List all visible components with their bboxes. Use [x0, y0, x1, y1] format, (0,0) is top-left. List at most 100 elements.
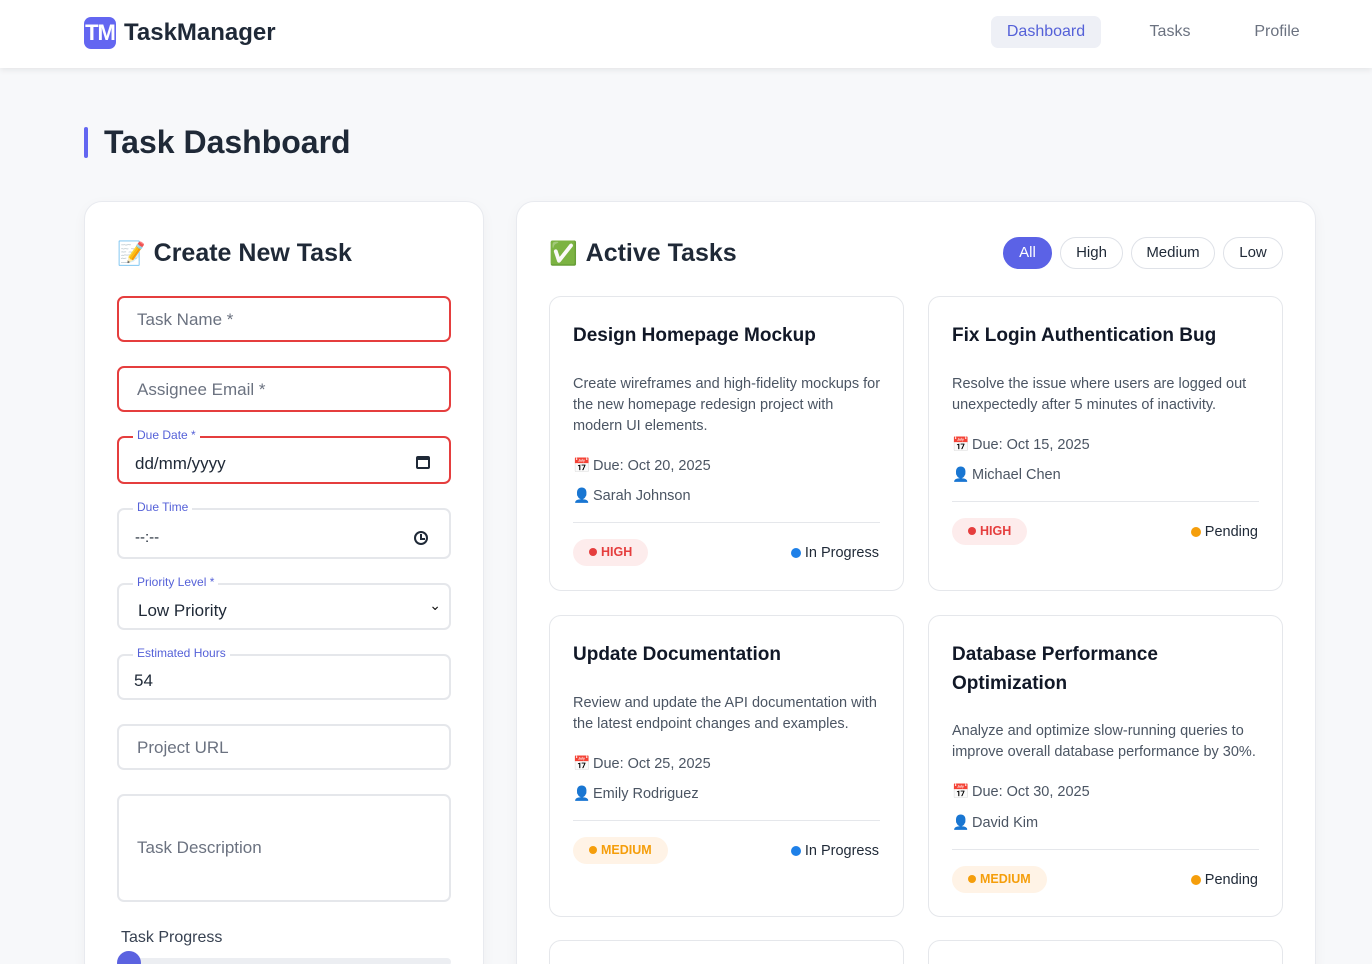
task-description: Analyze and optimize slow-running querie…	[952, 723, 1256, 760]
priority-badge-text: MEDIUM	[980, 872, 1031, 886]
priority-level-label: Priority Level *	[133, 575, 219, 589]
filter-low[interactable]: Low	[1223, 237, 1283, 269]
due-date-label: Due Date *	[133, 428, 200, 442]
status-dot	[1190, 875, 1201, 885]
clock-icon[interactable]	[414, 531, 428, 545]
task-assignee-text: Emily Rodriguez	[593, 786, 699, 802]
person-icon: 👤	[952, 466, 970, 482]
person-icon: 👤	[573, 785, 591, 801]
logo-icon[interactable]: TM	[84, 17, 116, 49]
card-divider	[573, 820, 880, 821]
task-card[interactable]: Database Performance Optimization Analyz…	[928, 615, 1283, 917]
task-description: Resolve the issue where users are logged…	[952, 376, 1247, 413]
task-progress-label: Task Progress	[121, 929, 223, 946]
estimated-hours-input[interactable]: 54	[134, 671, 153, 691]
status-badge: Pending	[1190, 523, 1258, 541]
task-due: 📅 Due: Oct 15, 2025	[952, 435, 1090, 454]
priority-level-field[interactable]: Priority Level * Low Priority ⌄	[117, 575, 451, 630]
person-icon: 👤	[952, 814, 970, 830]
active-tasks-heading: ✅ Active Tasks	[549, 238, 737, 268]
estimated-hours-field[interactable]: Estimated Hours 54	[117, 646, 451, 700]
person-icon: 👤	[573, 487, 591, 503]
card-divider	[952, 501, 1259, 502]
task-assignee: 👤 Michael Chen	[952, 465, 1061, 484]
priority-badge: HIGH	[952, 518, 1028, 545]
task-title[interactable]: Design Homepage Mockup	[573, 321, 883, 350]
priority-dot	[589, 846, 597, 854]
status-text: Pending	[1204, 524, 1258, 540]
status-text: In Progress	[804, 545, 879, 561]
nav-dashboard[interactable]: Dashboard	[991, 16, 1101, 48]
task-due: 📅 Due: Oct 20, 2025	[573, 456, 711, 475]
task-assignee: 👤 Emily Rodriguez	[573, 784, 699, 803]
brand-name[interactable]: TaskManager	[124, 19, 276, 47]
task-title[interactable]: Database Performance Optimization	[952, 640, 1262, 698]
task-card[interactable]	[549, 940, 904, 964]
task-assignee-text: Michael Chen	[972, 467, 1061, 483]
project-url-input[interactable]	[137, 738, 427, 758]
estimated-hours-label: Estimated Hours	[133, 646, 230, 660]
task-description-field[interactable]	[117, 794, 451, 902]
task-due-text: Due: Oct 30, 2025	[972, 784, 1090, 800]
project-url-field[interactable]	[117, 724, 451, 770]
task-title[interactable]: Fix Login Authentication Bug	[952, 321, 1262, 350]
create-task-heading-text: Create New Task	[153, 239, 352, 267]
assignee-email-input[interactable]	[137, 380, 427, 400]
card-divider	[952, 849, 1259, 850]
top-navbar: TM TaskManager Dashboard Tasks Profile	[0, 0, 1372, 68]
task-assignee-text: Sarah Johnson	[593, 488, 691, 504]
task-title[interactable]: Update Documentation	[573, 640, 883, 669]
chevron-down-icon[interactable]: ⌄	[429, 597, 441, 614]
nav-tasks[interactable]: Tasks	[1124, 16, 1216, 48]
calendar-icon: 📅	[952, 436, 970, 452]
priority-badge: MEDIUM	[952, 866, 1047, 893]
calendar-icon: 📅	[952, 783, 970, 799]
task-description: Review and update the API documentation …	[573, 695, 877, 732]
task-name-input[interactable]	[137, 310, 427, 330]
memo-icon: 📝	[117, 240, 146, 266]
due-time-value[interactable]: --:--	[135, 529, 159, 546]
page-title: Task Dashboard	[104, 124, 351, 160]
active-tasks-heading-text: Active Tasks	[585, 239, 737, 267]
filter-all[interactable]: All	[1003, 237, 1052, 269]
task-due-text: Due: Oct 25, 2025	[593, 756, 711, 772]
calendar-icon: 📅	[573, 755, 591, 771]
check-mark-icon: ✅	[549, 240, 578, 266]
status-dot	[790, 846, 801, 856]
status-badge: In Progress	[790, 842, 879, 860]
due-time-label: Due Time	[133, 500, 193, 514]
task-card[interactable]: Update Documentation Review and update t…	[549, 615, 904, 917]
filter-medium[interactable]: Medium	[1131, 237, 1215, 269]
task-due: 📅 Due: Oct 25, 2025	[573, 754, 711, 773]
due-date-value[interactable]: dd/mm/yyyy	[135, 454, 226, 474]
status-badge: Pending	[1190, 871, 1258, 889]
task-progress-track[interactable]	[117, 958, 451, 964]
task-card[interactable]: Fix Login Authentication Bug Resolve the…	[928, 296, 1283, 591]
task-assignee-text: David Kim	[972, 815, 1039, 831]
priority-dot	[968, 527, 976, 535]
due-time-field[interactable]: Due Time --:--	[117, 500, 451, 559]
task-card[interactable]: Design Homepage Mockup Create wireframes…	[549, 296, 904, 591]
task-description: Create wireframes and high-fidelity mock…	[573, 376, 881, 434]
task-due: 📅 Due: Oct 30, 2025	[952, 782, 1090, 801]
due-date-field[interactable]: Due Date * dd/mm/yyyy	[117, 428, 451, 484]
card-divider	[573, 522, 880, 523]
filter-high[interactable]: High	[1060, 237, 1123, 269]
task-description-textarea[interactable]	[137, 838, 432, 868]
calendar-picker-icon[interactable]	[416, 456, 430, 469]
calendar-icon: 📅	[573, 457, 591, 473]
title-accent-bar	[84, 127, 88, 158]
priority-badge: MEDIUM	[573, 837, 668, 864]
task-assignee: 👤 David Kim	[952, 813, 1038, 832]
priority-badge-text: HIGH	[601, 545, 633, 559]
task-card[interactable]	[928, 940, 1283, 964]
priority-level-select[interactable]: Low Priority	[138, 601, 227, 621]
assignee-email-field[interactable]	[117, 366, 451, 412]
status-text: Pending	[1204, 872, 1258, 888]
task-name-field[interactable]	[117, 296, 451, 342]
priority-badge-text: HIGH	[980, 524, 1012, 538]
priority-badge-text: MEDIUM	[601, 843, 652, 857]
create-task-heading: 📝 Create New Task	[117, 238, 352, 268]
nav-profile[interactable]: Profile	[1234, 16, 1320, 48]
priority-dot	[589, 548, 597, 556]
